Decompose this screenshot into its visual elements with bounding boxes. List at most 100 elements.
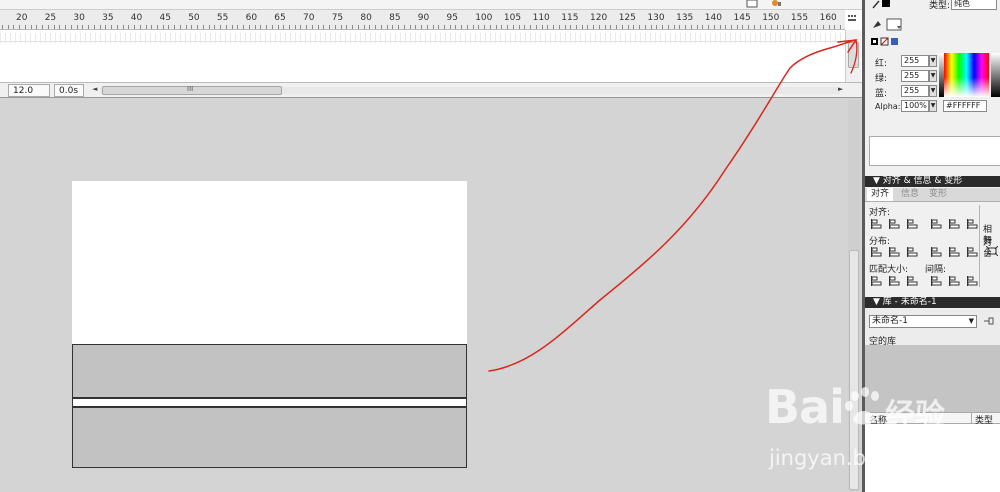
align-label: 对齐:	[869, 208, 891, 218]
scroll-right-icon[interactable]: ►	[838, 85, 843, 93]
ruler-tick	[404, 25, 405, 29]
align-icon[interactable]	[949, 219, 961, 229]
fill-color-icon[interactable]	[871, 16, 903, 32]
align-icon[interactable]	[871, 219, 883, 229]
ruler-tick	[180, 25, 181, 29]
tab-info[interactable]: 信息	[897, 188, 923, 201]
ruler-tick	[341, 25, 342, 29]
ruler-tick	[559, 25, 560, 29]
ruler-tick	[656, 25, 657, 29]
ruler-tick	[731, 25, 732, 29]
ruler-frame-number: 25	[44, 13, 57, 23]
ruler-frame-number: 60	[245, 13, 258, 23]
align-icon[interactable]	[889, 219, 901, 229]
color-spectrum[interactable]	[944, 53, 989, 97]
scroll-left-icon[interactable]: ◄	[92, 85, 97, 93]
ruler-tick	[421, 25, 422, 29]
relative-to-stage-icon[interactable]	[986, 246, 998, 256]
ruler-tick	[111, 25, 112, 29]
match-size-icon[interactable]	[907, 276, 919, 286]
ruler-tick	[794, 25, 795, 29]
stage-canvas[interactable]	[72, 181, 467, 344]
fps-display[interactable]: 12.0 fps	[8, 84, 50, 108]
red-dropdown-icon[interactable]: ▼	[929, 55, 937, 67]
white-bar-shape[interactable]	[72, 398, 467, 407]
ruler-tick	[237, 25, 238, 29]
ruler-tick	[777, 25, 778, 29]
ruler-tick	[427, 25, 428, 29]
scroll-thumb[interactable]: III	[102, 85, 282, 95]
distribute-icon[interactable]	[967, 247, 979, 257]
red-label: 红:	[875, 59, 888, 69]
paw-logo-icon	[845, 387, 879, 425]
ruler-frame-number: 125	[618, 13, 636, 23]
match-size-icon[interactable]	[967, 276, 979, 286]
ruler-tick	[737, 25, 738, 29]
ruler-tick	[587, 25, 588, 29]
layer-row[interactable]	[0, 30, 845, 42]
gray-rectangle-top[interactable]	[72, 344, 467, 398]
match-size-icon[interactable]	[949, 276, 961, 286]
distribute-icon[interactable]	[931, 247, 943, 257]
timeline-frames[interactable]	[0, 30, 845, 82]
green-label: 绿:	[875, 74, 888, 84]
pin-icon[interactable]	[983, 317, 995, 326]
align-icon[interactable]	[907, 219, 919, 229]
ruler-tick	[387, 25, 388, 29]
align-icon[interactable]	[967, 219, 979, 229]
ruler-tick	[553, 25, 554, 29]
distribute-icon[interactable]	[907, 247, 919, 257]
distribute-icon[interactable]	[889, 247, 901, 257]
distribute-icon[interactable]	[871, 247, 883, 257]
tab-transform[interactable]: 变形	[925, 188, 951, 201]
ruler-frame-number: 65	[274, 13, 286, 23]
library-panel-header[interactable]: ▼ 库 - 未命名-1	[865, 297, 1000, 308]
tab-align[interactable]: 对齐	[867, 188, 894, 201]
ruler-tick	[473, 25, 474, 29]
scene-icon[interactable]	[770, 0, 782, 8]
ruler-tick	[289, 25, 290, 29]
swap-colors-icon[interactable]	[871, 37, 899, 47]
ruler-tick	[128, 25, 129, 29]
ruler-frame-number: 95	[446, 13, 458, 23]
align-panel-header[interactable]: ▼ 对齐 & 信息 & 变形	[865, 176, 1000, 187]
ruler-frame-number: 35	[102, 13, 114, 23]
ruler-tick	[168, 25, 169, 29]
distribute-icon[interactable]	[949, 247, 961, 257]
scroll-grip: III	[187, 85, 194, 93]
fill-type-select[interactable]: 纯色	[951, 0, 997, 10]
green-dropdown-icon[interactable]: ▼	[929, 70, 937, 82]
blue-input[interactable]: 255	[901, 85, 929, 97]
green-input[interactable]: 255	[901, 70, 929, 82]
brightness-slider[interactable]	[991, 53, 1000, 97]
timeline-ruler[interactable]: 20 25 30 35 40 45 50 55 60 65 70 75 80 85 90 95 100 105 11…	[0, 10, 845, 30]
align-icon[interactable]	[931, 219, 943, 229]
fill-type-label: 类型:	[929, 1, 951, 11]
timeline-vertical-scrollbar[interactable]	[845, 30, 861, 82]
match-size-icon[interactable]	[871, 276, 883, 286]
ruler-tick	[243, 25, 244, 29]
ruler-tick	[8, 25, 9, 29]
ruler-tick	[295, 25, 296, 29]
ruler-tick	[272, 25, 273, 29]
ruler-tick	[547, 25, 548, 29]
ruler-frame-number: 50	[188, 13, 200, 23]
blue-dropdown-icon[interactable]: ▼	[929, 85, 937, 97]
scroll-thumb[interactable]	[848, 42, 859, 68]
stroke-color-icon[interactable]	[871, 0, 893, 9]
match-size-icon[interactable]	[889, 276, 901, 286]
timeline-horizontal-scrollbar[interactable]: ◄ III ►	[90, 85, 850, 96]
timeline-menu-icon[interactable]	[847, 14, 857, 24]
ruler-tick	[616, 25, 617, 29]
alpha-dropdown-icon[interactable]: ▼	[929, 100, 937, 112]
ruler-tick	[742, 25, 743, 29]
ruler-frame-number: 30	[73, 13, 85, 23]
gray-rectangle-bottom[interactable]	[72, 407, 467, 468]
match-size-icon[interactable]	[931, 276, 943, 286]
red-input[interactable]: 255	[901, 55, 929, 67]
window-icon[interactable]	[746, 0, 758, 8]
library-select[interactable]: 未命名-1 ▼	[869, 315, 977, 328]
align-panel-tabs: 对齐 信息 变形	[865, 188, 1000, 202]
hex-input[interactable]: #FFFFFF	[943, 100, 987, 112]
alpha-input[interactable]: 100%	[901, 100, 929, 112]
